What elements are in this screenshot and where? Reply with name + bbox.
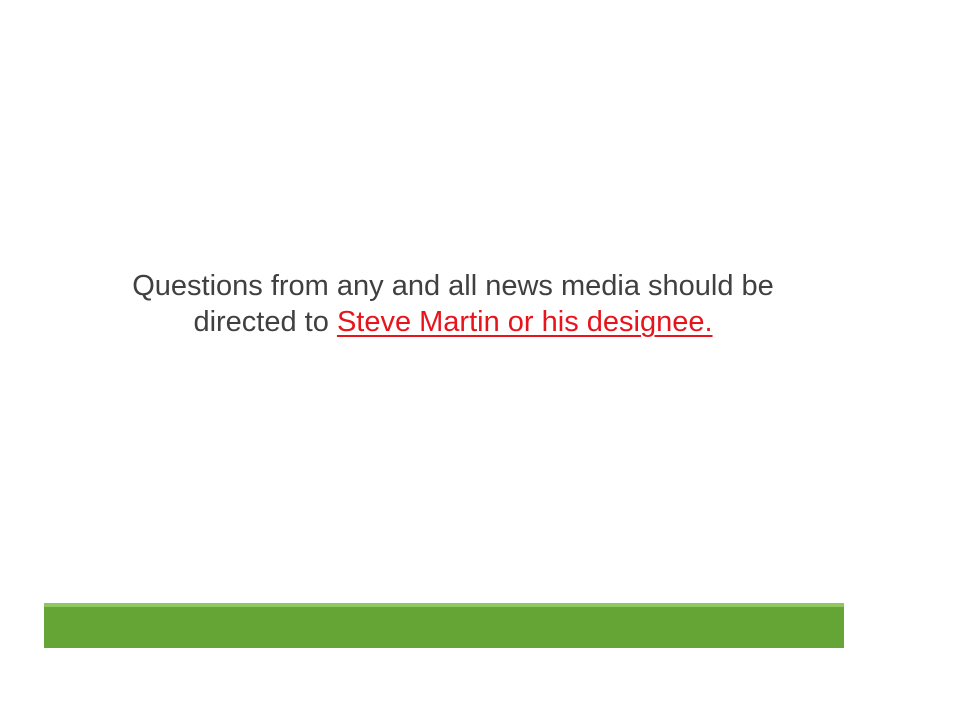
text-line-1: Questions from any and all news media sh… <box>132 270 774 302</box>
text-line-2-prefix: directed to <box>193 306 337 338</box>
footer-bar <box>44 603 844 648</box>
contact-link[interactable]: Steve Martin or his designee. <box>337 306 713 338</box>
slide: Questions from any and all news media sh… <box>0 0 960 720</box>
text-line-2: directed to Steve Martin or his designee… <box>40 304 866 340</box>
slide-body-text: Questions from any and all news media sh… <box>40 268 866 340</box>
footer-bar-highlight <box>44 603 844 607</box>
